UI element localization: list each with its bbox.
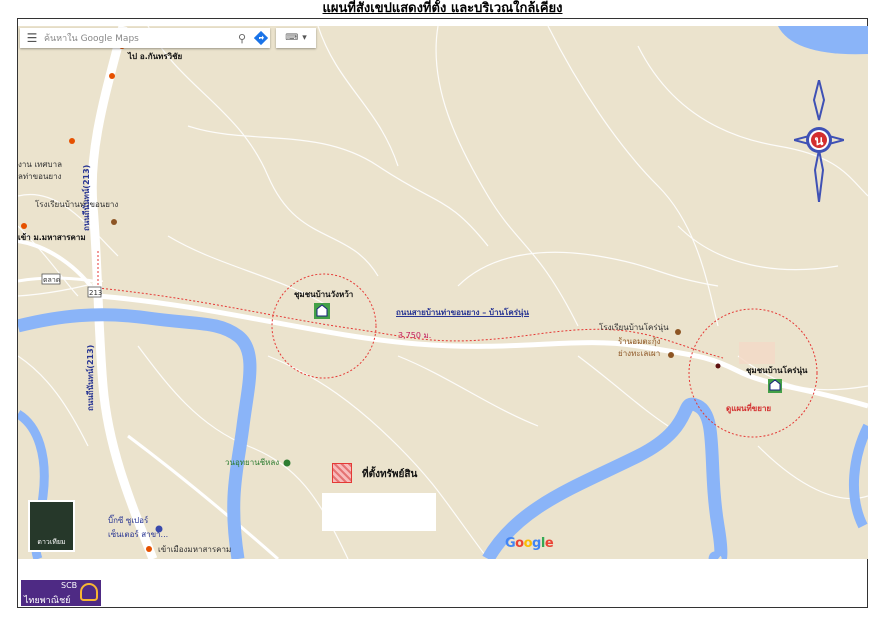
bank-thai-name: ไทยพาณิชย์ (24, 596, 71, 606)
park-marker (283, 459, 291, 467)
bank-logo-icon (80, 583, 98, 601)
map-base (18, 26, 868, 559)
community-wang-wa-marker (314, 303, 330, 319)
scb-logo: SCB ไทยพาณิชย์ (21, 580, 101, 606)
label-school-khrai-nun: โรงเรียนบ้านโคร่นุ่น (599, 323, 669, 332)
search-input[interactable]: ค้นหาใน Google Maps (44, 31, 232, 45)
label-shop-2: ย่างทะเลเผา (618, 349, 661, 358)
label-msu-entrance-bottom: เข้าเมืองมหาสารคาม (158, 545, 232, 554)
keyboard-icon: ⌨ (285, 33, 299, 43)
map-canvas[interactable]: ☰ ค้นหาใน Google Maps ⚲ ⌨ ▾ ไป อ.กันทรวิช… (18, 26, 868, 559)
river-far-east (849, 423, 868, 529)
satellite-label: ดาวเทียม (37, 538, 66, 546)
legend-swatch (332, 463, 352, 483)
label-distance: 3,750 ม. (398, 331, 432, 340)
label-community-khrai-nun: ชุมชนบ้านโคร่นุ่น (746, 366, 808, 375)
satellite-toggle[interactable]: ดาวเทียม (28, 500, 75, 552)
keyboard-button[interactable]: ⌨ ▾ (276, 28, 316, 48)
compass-icon: น (790, 79, 848, 203)
chevron-down-icon: ▾ (302, 33, 307, 43)
google-logo: Google (505, 536, 554, 551)
label-road-213-south: ถนนถีนันทน์(213) (86, 344, 95, 411)
route-213-shield: 213 (89, 289, 103, 297)
label-road-name: ถนนสายบ้านท่าขอนยาง – บ้านโคร่นุ่น (396, 308, 529, 317)
market-badge: ตลาด (43, 276, 61, 284)
label-municipality: งาน เทศบาล (18, 160, 62, 169)
directions-icon[interactable] (252, 29, 270, 47)
compass-letter: น (815, 134, 824, 149)
lake (778, 26, 868, 55)
label-shop-1: ร้านอมตะกุ้ง (618, 337, 661, 346)
search-icon[interactable]: ⚲ (232, 32, 252, 45)
legend-label: ที่ตั้งทรัพย์สิน (362, 469, 418, 480)
minor-roads (18, 26, 868, 559)
label-to-kantharawichai: ไป อ.กันทรวิชัย (128, 52, 183, 61)
label-entrance-msu: เข้า ม.มหาสารคาม (18, 233, 86, 242)
menu-icon[interactable]: ☰ (20, 31, 44, 45)
label-forest-park: วนอุทยานชีหลง (225, 458, 280, 467)
label-bigc-1: บิ๊กซี ซูเปอร์ (108, 516, 149, 525)
label-municipality-2: ลท่าขอนยาง (18, 172, 62, 181)
community-khrai-nun-marker (768, 379, 782, 393)
bank-name: SCB (61, 581, 78, 590)
label-bigc-2: เซ็นเตอร์ สาขา... (108, 530, 169, 539)
label-school-tha-khon-yang: โรงเรียนบ้านท่าขอนยาง (35, 200, 119, 209)
label-road-213-north: ถนนถีนันทน์(213) (82, 164, 91, 231)
property-area (739, 342, 775, 364)
label-map-note: ดูแผนที่ขยาย (726, 404, 772, 413)
page-title: แผนที่สังเขปแสดงที่ตั้ง และบริเวณใกล้เคี… (322, 1, 563, 16)
label-community-wang-wa: ชุมชนบ้านวังหว้า (294, 290, 354, 299)
search-bar[interactable]: ☰ ค้นหาใน Google Maps ⚲ (20, 28, 270, 48)
blank-box (322, 493, 436, 531)
